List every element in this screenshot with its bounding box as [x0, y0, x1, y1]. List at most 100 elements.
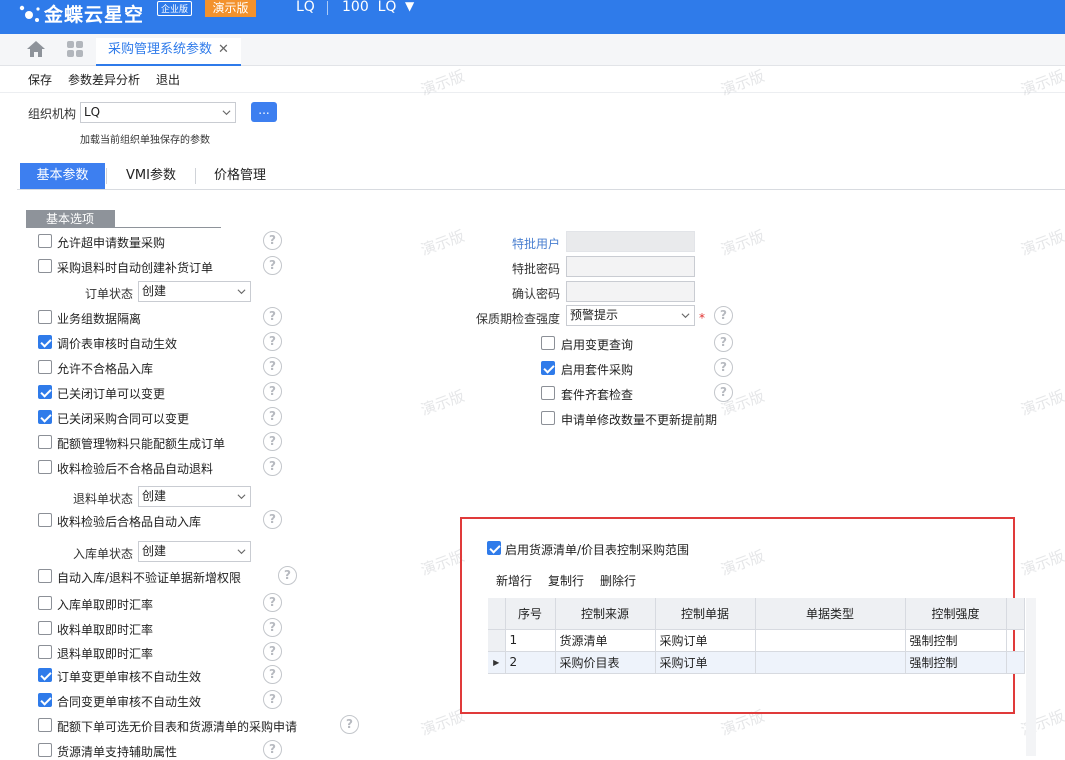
param-diff-button[interactable]: 参数差异分析 — [68, 71, 140, 88]
column-header[interactable]: 控制来源 — [555, 598, 656, 630]
add-row-button[interactable]: 新增行 — [496, 572, 532, 589]
option-checkbox[interactable] — [38, 435, 52, 449]
org-label: 组织机构 — [28, 107, 77, 121]
option-checkbox[interactable] — [38, 513, 52, 527]
help-icon[interactable]: ? — [340, 715, 359, 734]
tab-vmi-params[interactable]: VMI参数 — [113, 163, 189, 189]
option-checkbox[interactable] — [38, 259, 52, 273]
order-status-select[interactable]: 创建 — [138, 281, 251, 302]
option-checkbox[interactable] — [38, 621, 52, 635]
shelf-check-select[interactable]: 预警提示 — [566, 305, 695, 326]
special-user-field[interactable] — [566, 231, 695, 252]
option-checkbox[interactable] — [541, 411, 555, 425]
help-icon[interactable]: ? — [263, 618, 282, 637]
option-checkbox[interactable] — [38, 360, 52, 374]
option-checkbox[interactable] — [541, 361, 555, 375]
tab-price-management[interactable]: 价格管理 — [203, 163, 277, 189]
cell-doc[interactable]: 采购订单 — [655, 651, 756, 674]
help-icon[interactable]: ? — [263, 307, 282, 326]
close-icon[interactable]: ✕ — [218, 42, 229, 57]
option-checkbox[interactable] — [38, 693, 52, 707]
option-checkbox[interactable] — [38, 743, 52, 757]
chevron-down-icon — [237, 549, 246, 555]
column-header[interactable]: 序号 — [505, 598, 556, 630]
help-icon[interactable]: ? — [263, 510, 282, 529]
option-checkbox[interactable] — [38, 645, 52, 659]
column-header[interactable]: 控制强度 — [905, 598, 1007, 630]
help-icon[interactable]: ? — [263, 357, 282, 376]
tab-purchase-params[interactable]: 采购管理系统参数 ✕ — [96, 38, 241, 66]
cell-type[interactable] — [755, 651, 906, 674]
option-label: 配额下单可选无价目表和货源清单的采购申请 — [57, 720, 298, 734]
help-icon[interactable]: ? — [263, 256, 282, 275]
help-icon[interactable]: ? — [714, 306, 733, 325]
option-checkbox[interactable] — [541, 386, 555, 400]
confirm-pwd-field[interactable] — [566, 281, 695, 302]
help-icon[interactable]: ? — [263, 740, 282, 759]
org-select[interactable]: LQ — [80, 102, 236, 123]
option-checkbox[interactable] — [38, 718, 52, 732]
help-icon[interactable]: ? — [263, 665, 282, 684]
option-label: 货源清单支持辅助属性 — [57, 745, 178, 759]
copy-row-button[interactable]: 复制行 — [548, 572, 584, 589]
option-checkbox[interactable] — [38, 335, 52, 349]
enable-source-control-checkbox[interactable] — [487, 541, 501, 555]
chevron-down-icon — [222, 110, 231, 116]
help-icon[interactable]: ? — [263, 231, 282, 250]
watermark-text: 演示版 — [1018, 66, 1065, 100]
table-row[interactable]: ▶ 2 采购价目表 采购订单 强制控制 — [488, 651, 1025, 674]
tab-label: 采购管理系统参数 — [108, 42, 213, 57]
option-checkbox[interactable] — [541, 336, 555, 350]
delete-row-button[interactable]: 删除行 — [600, 572, 636, 589]
help-icon[interactable]: ? — [263, 432, 282, 451]
enable-source-control-label: 启用货源清单/价目表控制采购范围 — [505, 543, 690, 557]
exit-button[interactable]: 退出 — [156, 71, 180, 88]
help-icon[interactable]: ? — [714, 358, 733, 377]
home-icon[interactable] — [26, 40, 46, 58]
account-switcher[interactable]: 100 LQ — [342, 0, 396, 15]
option-checkbox[interactable] — [38, 460, 52, 474]
option-checkbox[interactable] — [38, 385, 52, 399]
help-icon[interactable]: ? — [263, 690, 282, 709]
help-icon[interactable]: ? — [263, 642, 282, 661]
cell-filler — [1006, 629, 1025, 652]
help-icon[interactable]: ? — [263, 332, 282, 351]
option-checkbox[interactable] — [38, 234, 52, 248]
inbound-status-select[interactable]: 创建 — [138, 541, 251, 562]
option-checkbox[interactable] — [38, 596, 52, 610]
option-label: 允许超申请数量采购 — [57, 236, 166, 250]
save-button[interactable]: 保存 — [28, 71, 52, 88]
cell-seq[interactable]: 2 — [505, 651, 556, 674]
special-pwd-field[interactable] — [566, 256, 695, 277]
cell-type[interactable] — [755, 629, 906, 652]
help-icon[interactable]: ? — [263, 593, 282, 612]
option-checkbox[interactable] — [38, 310, 52, 324]
help-icon[interactable]: ? — [263, 382, 282, 401]
cell-seq[interactable]: 1 — [505, 629, 556, 652]
apps-grid-icon[interactable] — [66, 40, 84, 58]
grid-scrollbar[interactable] — [1026, 598, 1036, 756]
cell-source[interactable]: 货源清单 — [555, 629, 656, 652]
confirm-pwd-label: 确认密码 — [512, 287, 561, 301]
option-checkbox[interactable] — [38, 569, 52, 583]
help-icon[interactable]: ? — [714, 333, 733, 352]
column-header[interactable]: 单据类型 — [755, 598, 906, 630]
table-row[interactable]: 1 货源清单 采购订单 强制控制 — [488, 629, 1025, 652]
column-header[interactable]: 控制单据 — [655, 598, 756, 630]
help-icon[interactable]: ? — [278, 566, 297, 585]
org-switcher[interactable]: LQ — [296, 0, 315, 15]
row-indicator — [488, 629, 506, 652]
option-checkbox[interactable] — [38, 668, 52, 682]
chevron-down-icon[interactable]: ▼ — [405, 0, 414, 13]
help-icon[interactable]: ? — [263, 407, 282, 426]
cell-source[interactable]: 采购价目表 — [555, 651, 656, 674]
cell-strength[interactable]: 强制控制 — [905, 651, 1007, 674]
tab-basic-params[interactable]: 基本参数 — [20, 163, 105, 189]
cell-doc[interactable]: 采购订单 — [655, 629, 756, 652]
help-icon[interactable]: ? — [263, 457, 282, 476]
watermark-text: 演示版 — [718, 66, 767, 100]
org-lookup-button[interactable]: ... — [251, 102, 277, 122]
cell-strength[interactable]: 强制控制 — [905, 629, 1007, 652]
option-checkbox[interactable] — [38, 410, 52, 424]
return-status-select[interactable]: 创建 — [138, 486, 251, 507]
